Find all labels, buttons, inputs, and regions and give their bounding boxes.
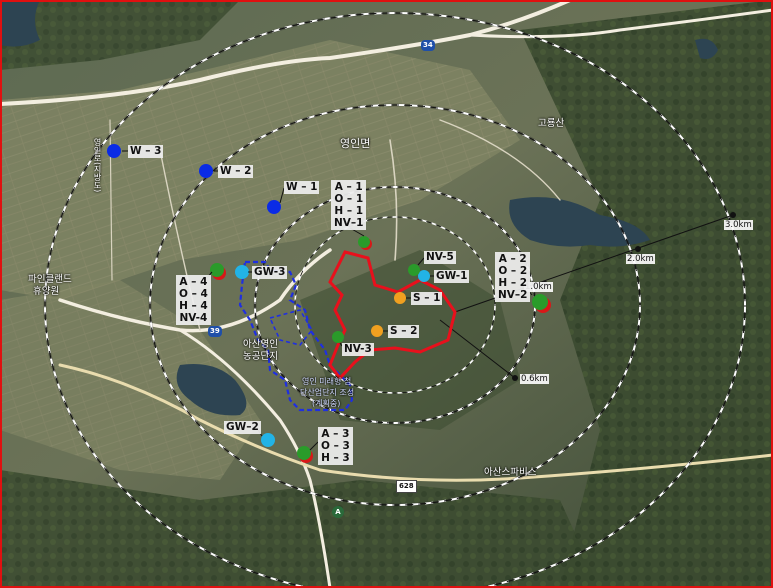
label-a1: A – 1	[334, 181, 363, 193]
marker-nv3	[332, 331, 344, 343]
map-svg	[0, 0, 773, 588]
label-group-2: A – 2 O – 2 H – 2 NV–2	[495, 252, 531, 302]
marker-gw1	[418, 270, 430, 282]
marker-a3	[297, 446, 311, 460]
label-gw1: GW-1	[434, 270, 470, 283]
place-yeongin: 영인면	[340, 137, 371, 150]
label-h1: H – 1	[334, 205, 364, 217]
label-o1: O – 1	[334, 193, 364, 205]
label-group-1: A – 1 O – 1 H – 1 NV–1	[331, 180, 367, 230]
route-shield-628: 628	[396, 480, 417, 493]
label-nv5: NV-5	[424, 251, 456, 264]
map-canvas[interactable]: 0.6km 1.0km 2.0km 3.0km W – 3 W – 2 W – …	[0, 0, 773, 588]
dist-label-0-6km: 0.6km	[520, 374, 549, 384]
label-gw3: GW-3	[252, 266, 288, 279]
place-complex-plan-2: 단산업단지 조성	[300, 388, 355, 397]
place-asan-complex-2: 농공단지	[243, 351, 278, 362]
dist-label-2-0km: 2.0km	[626, 254, 655, 264]
node-3-0km	[730, 212, 736, 218]
river-northwest	[0, 0, 40, 47]
place-complex-plan: 영인 미래형 첨	[302, 377, 352, 386]
marker-w1	[267, 200, 281, 214]
label-a2: A – 2	[498, 253, 527, 265]
place-pine-land-2: 휴양원	[33, 286, 60, 297]
label-o2: O – 2	[498, 265, 528, 277]
label-a4: A – 4	[179, 276, 208, 288]
route-shield-local: A	[332, 506, 344, 518]
marker-gw3	[235, 265, 249, 279]
label-nv4: NV-4	[179, 312, 208, 324]
label-group-4: A – 4 O – 4 H – 4 NV-4	[176, 275, 211, 325]
label-nv1: NV–1	[334, 217, 364, 229]
place-gorongsan: 고룡산	[538, 118, 565, 129]
route-shield-34: 34	[421, 40, 435, 51]
place-vertical-road: 영인로(지방도)	[93, 138, 102, 193]
label-nv3: NV-3	[342, 343, 374, 356]
label-a3: A – 3	[321, 428, 350, 440]
label-s1: S – 1	[411, 292, 443, 305]
dist-label-3-0km: 3.0km	[724, 220, 753, 230]
marker-a4	[210, 263, 224, 277]
marker-nv5	[408, 264, 420, 276]
label-group-3: A – 3 O – 3 H – 3	[318, 427, 353, 465]
node-2-0km	[635, 246, 641, 252]
label-h3: H – 3	[321, 452, 350, 464]
place-pine-land: 파인클랜드	[28, 274, 72, 285]
label-s2: S – 2	[388, 325, 420, 338]
marker-w3	[107, 144, 121, 158]
label-o3: O – 3	[321, 440, 350, 452]
label-h2: H – 2	[498, 277, 528, 289]
marker-s1	[394, 292, 406, 304]
place-asan-complex: 아산영인	[243, 339, 278, 350]
label-w1: W – 1	[284, 181, 320, 194]
label-w3: W – 3	[128, 145, 164, 158]
marker-a1	[358, 236, 370, 248]
label-h4: H – 4	[179, 300, 208, 312]
place-complex-plan-3: (계획중)	[312, 399, 341, 408]
route-shield-39: 39	[208, 326, 222, 337]
marker-a2	[532, 294, 548, 310]
label-gw2: GW–2	[224, 421, 261, 434]
node-0-6km	[512, 375, 518, 381]
marker-s2	[371, 325, 383, 337]
marker-w2	[199, 164, 213, 178]
label-w2: W – 2	[218, 165, 254, 178]
marker-gw2	[261, 433, 275, 447]
place-asan-spa: 아산스파비스	[484, 467, 537, 478]
label-o4: O – 4	[179, 288, 208, 300]
label-nv2: NV–2	[498, 289, 528, 301]
